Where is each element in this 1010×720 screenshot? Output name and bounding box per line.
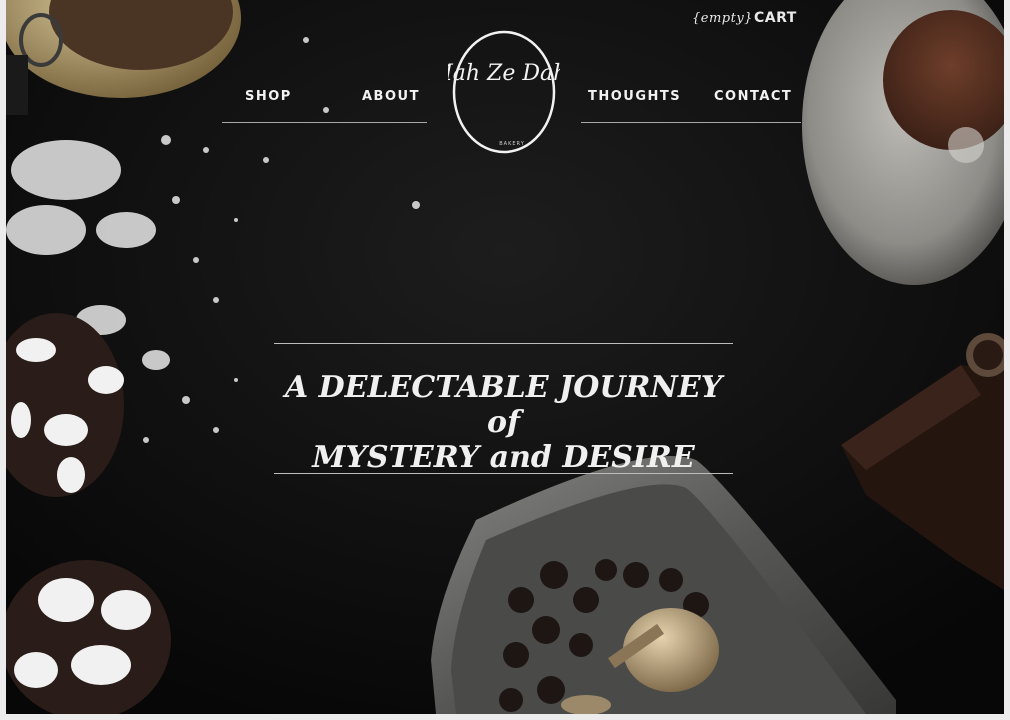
nav-about[interactable]: ABOUT <box>362 89 420 104</box>
nav-contact[interactable]: CONTACT <box>714 89 792 104</box>
nav-shop[interactable]: SHOP <box>245 89 292 104</box>
nav-thoughts[interactable]: THOUGHTS <box>588 89 681 104</box>
logo-script: Mah Ze Dahr <box>448 61 560 86</box>
cart-link[interactable]: {empty}CART <box>692 9 797 26</box>
nav-divider-right <box>581 122 801 123</box>
hero-line-2: MYSTERY and DESIRE <box>312 440 695 475</box>
headline-rule-bottom <box>274 473 733 474</box>
brand-logo[interactable]: Mah Ze Dahr BAKERY <box>429 28 579 156</box>
nav-divider-left <box>222 122 427 123</box>
page: {empty}CART SHOP ABOUT THOUGHTS CONTACT … <box>6 0 1004 714</box>
logo-sub: BAKERY <box>499 141 525 147</box>
hero-headline: A DELECTABLE JOURNEY of MYSTERY and DESI… <box>274 370 733 475</box>
headline-rule-top <box>274 343 733 344</box>
cart-label: CART <box>753 10 797 26</box>
cart-status: {empty} <box>692 11 753 26</box>
hero-line-1: A DELECTABLE JOURNEY of <box>284 370 723 440</box>
